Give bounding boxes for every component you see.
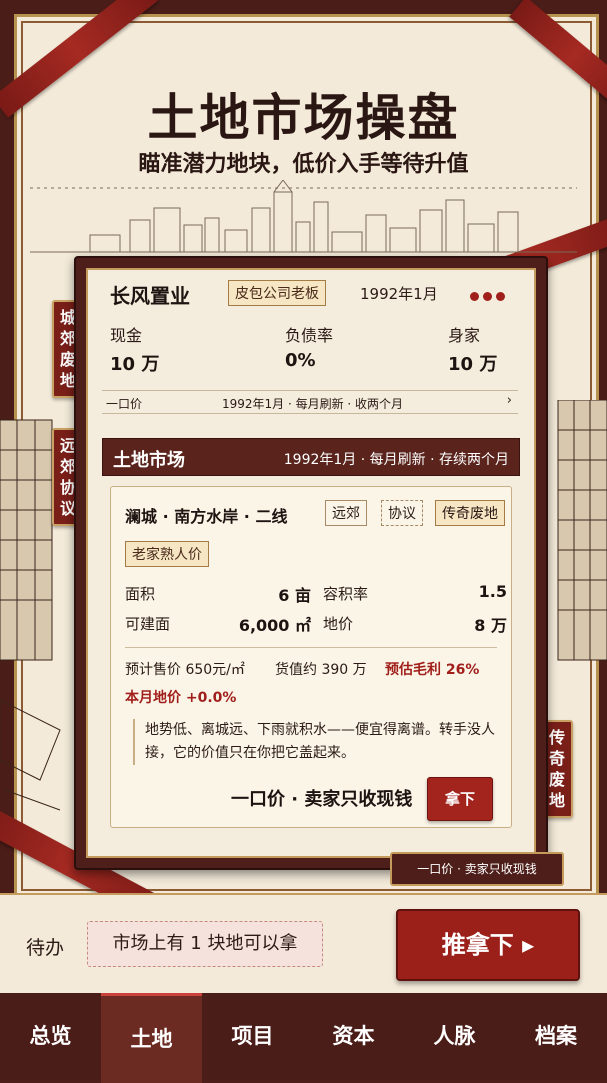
buildable-label: 可建面 [125, 615, 171, 633]
bottom-price-label: 一口价 · 卖家只收现钱 [390, 852, 564, 886]
push-take-button[interactable]: 推拿下 ▸ [396, 909, 580, 981]
tag-legendary: 传奇废地 [435, 500, 505, 526]
dot-icon [470, 292, 479, 301]
price-label: 地价 [323, 615, 354, 633]
current-date: 1992年1月 [360, 285, 438, 303]
dot-icon [496, 292, 505, 301]
tag-agreement: 协议 [381, 500, 423, 526]
company-name: 长风置业 [110, 284, 190, 308]
main-panel: 长风置业 皮包公司老板 1992年1月 现金 10 万 负债率 0% 身家 10… [74, 256, 548, 870]
market-title: 土地市场 [113, 450, 185, 471]
far-value: 1.5 [478, 582, 507, 601]
divider [125, 647, 497, 648]
land-card[interactable]: 澜城 · 南方水岸 · 二线 远郊 协议 传奇废地 老家熟人价 面积 6 亩 容… [110, 486, 512, 828]
role-badge: 皮包公司老板 [228, 280, 326, 306]
nav-land[interactable]: 土地 [101, 993, 202, 1083]
tag-outer-suburb: 远郊 [325, 500, 367, 526]
page-subtitle: 瞄准潜力地块，低价入手等待升值 [138, 152, 469, 177]
dot-icon [483, 292, 492, 301]
est-margin: 预估毛利 26% [385, 662, 480, 678]
debt-value: 0% [285, 350, 316, 371]
cash-label: 现金 [110, 326, 143, 345]
land-description: 地势低、离城远、下雨就积水——便宜得离谱。转手没人接，它的价值只在你把它盖起来。 [133, 719, 495, 765]
nav-projects[interactable]: 项目 [202, 993, 303, 1080]
far-label: 容积率 [323, 585, 369, 603]
refresh-ruler: 一口价 1992年1月 · 每月刷新 · 收两个月 › [102, 390, 518, 414]
page-title: 土地市场操盘 [147, 89, 460, 147]
price-value: 8 万 [474, 616, 507, 635]
local-price-tag: 老家熟人价 [125, 541, 209, 567]
nav-overview[interactable]: 总览 [0, 993, 101, 1080]
debt-label: 负债率 [285, 326, 334, 345]
worth-value: 10 万 [448, 354, 498, 375]
one-price-note: 一口价 · 卖家只收现钱 [231, 789, 413, 810]
bottom-nav: 总览 土地 项目 资本 人脉 档案 [0, 993, 607, 1083]
est-price: 预计售价 650元/㎡ [125, 662, 245, 678]
panel-inner: 长风置业 皮包公司老板 1992年1月 现金 10 万 负债率 0% 身家 10… [86, 268, 536, 858]
take-button[interactable]: 拿下 [427, 777, 493, 821]
market-subtitle: 1992年1月 · 每月刷新 · 存续两个月 [283, 452, 509, 468]
todo-strip: 待办 市场上有 1 块地可以拿 推拿下 ▸ [0, 893, 607, 995]
chevron-right-icon[interactable]: › [507, 393, 512, 408]
cash-value: 10 万 [110, 354, 160, 375]
goods-value: 货值约 390 万 [275, 662, 367, 678]
nav-network[interactable]: 人脉 [404, 993, 505, 1080]
ruler-mid-text: 1992年1月 · 每月刷新 · 收两个月 [222, 397, 404, 411]
area-label: 面积 [125, 585, 156, 603]
month-price-change: 本月地价 +0.0% [125, 690, 237, 706]
market-header: 土地市场 1992年1月 · 每月刷新 · 存续两个月 [102, 438, 520, 476]
todo-label: 待办 [26, 937, 65, 959]
area-value: 6 亩 [278, 586, 311, 605]
ruler-left-text: 一口价 [106, 397, 143, 411]
todo-message[interactable]: 市场上有 1 块地可以拿 [87, 921, 323, 967]
nav-archive[interactable]: 档案 [505, 993, 607, 1080]
menu-dots-icon[interactable] [470, 286, 509, 305]
nav-capital[interactable]: 资本 [303, 993, 404, 1080]
buildable-value: 6,000 ㎡ [238, 616, 311, 635]
land-name: 澜城 · 南方水岸 · 二线 [125, 507, 288, 526]
worth-label: 身家 [448, 326, 481, 345]
